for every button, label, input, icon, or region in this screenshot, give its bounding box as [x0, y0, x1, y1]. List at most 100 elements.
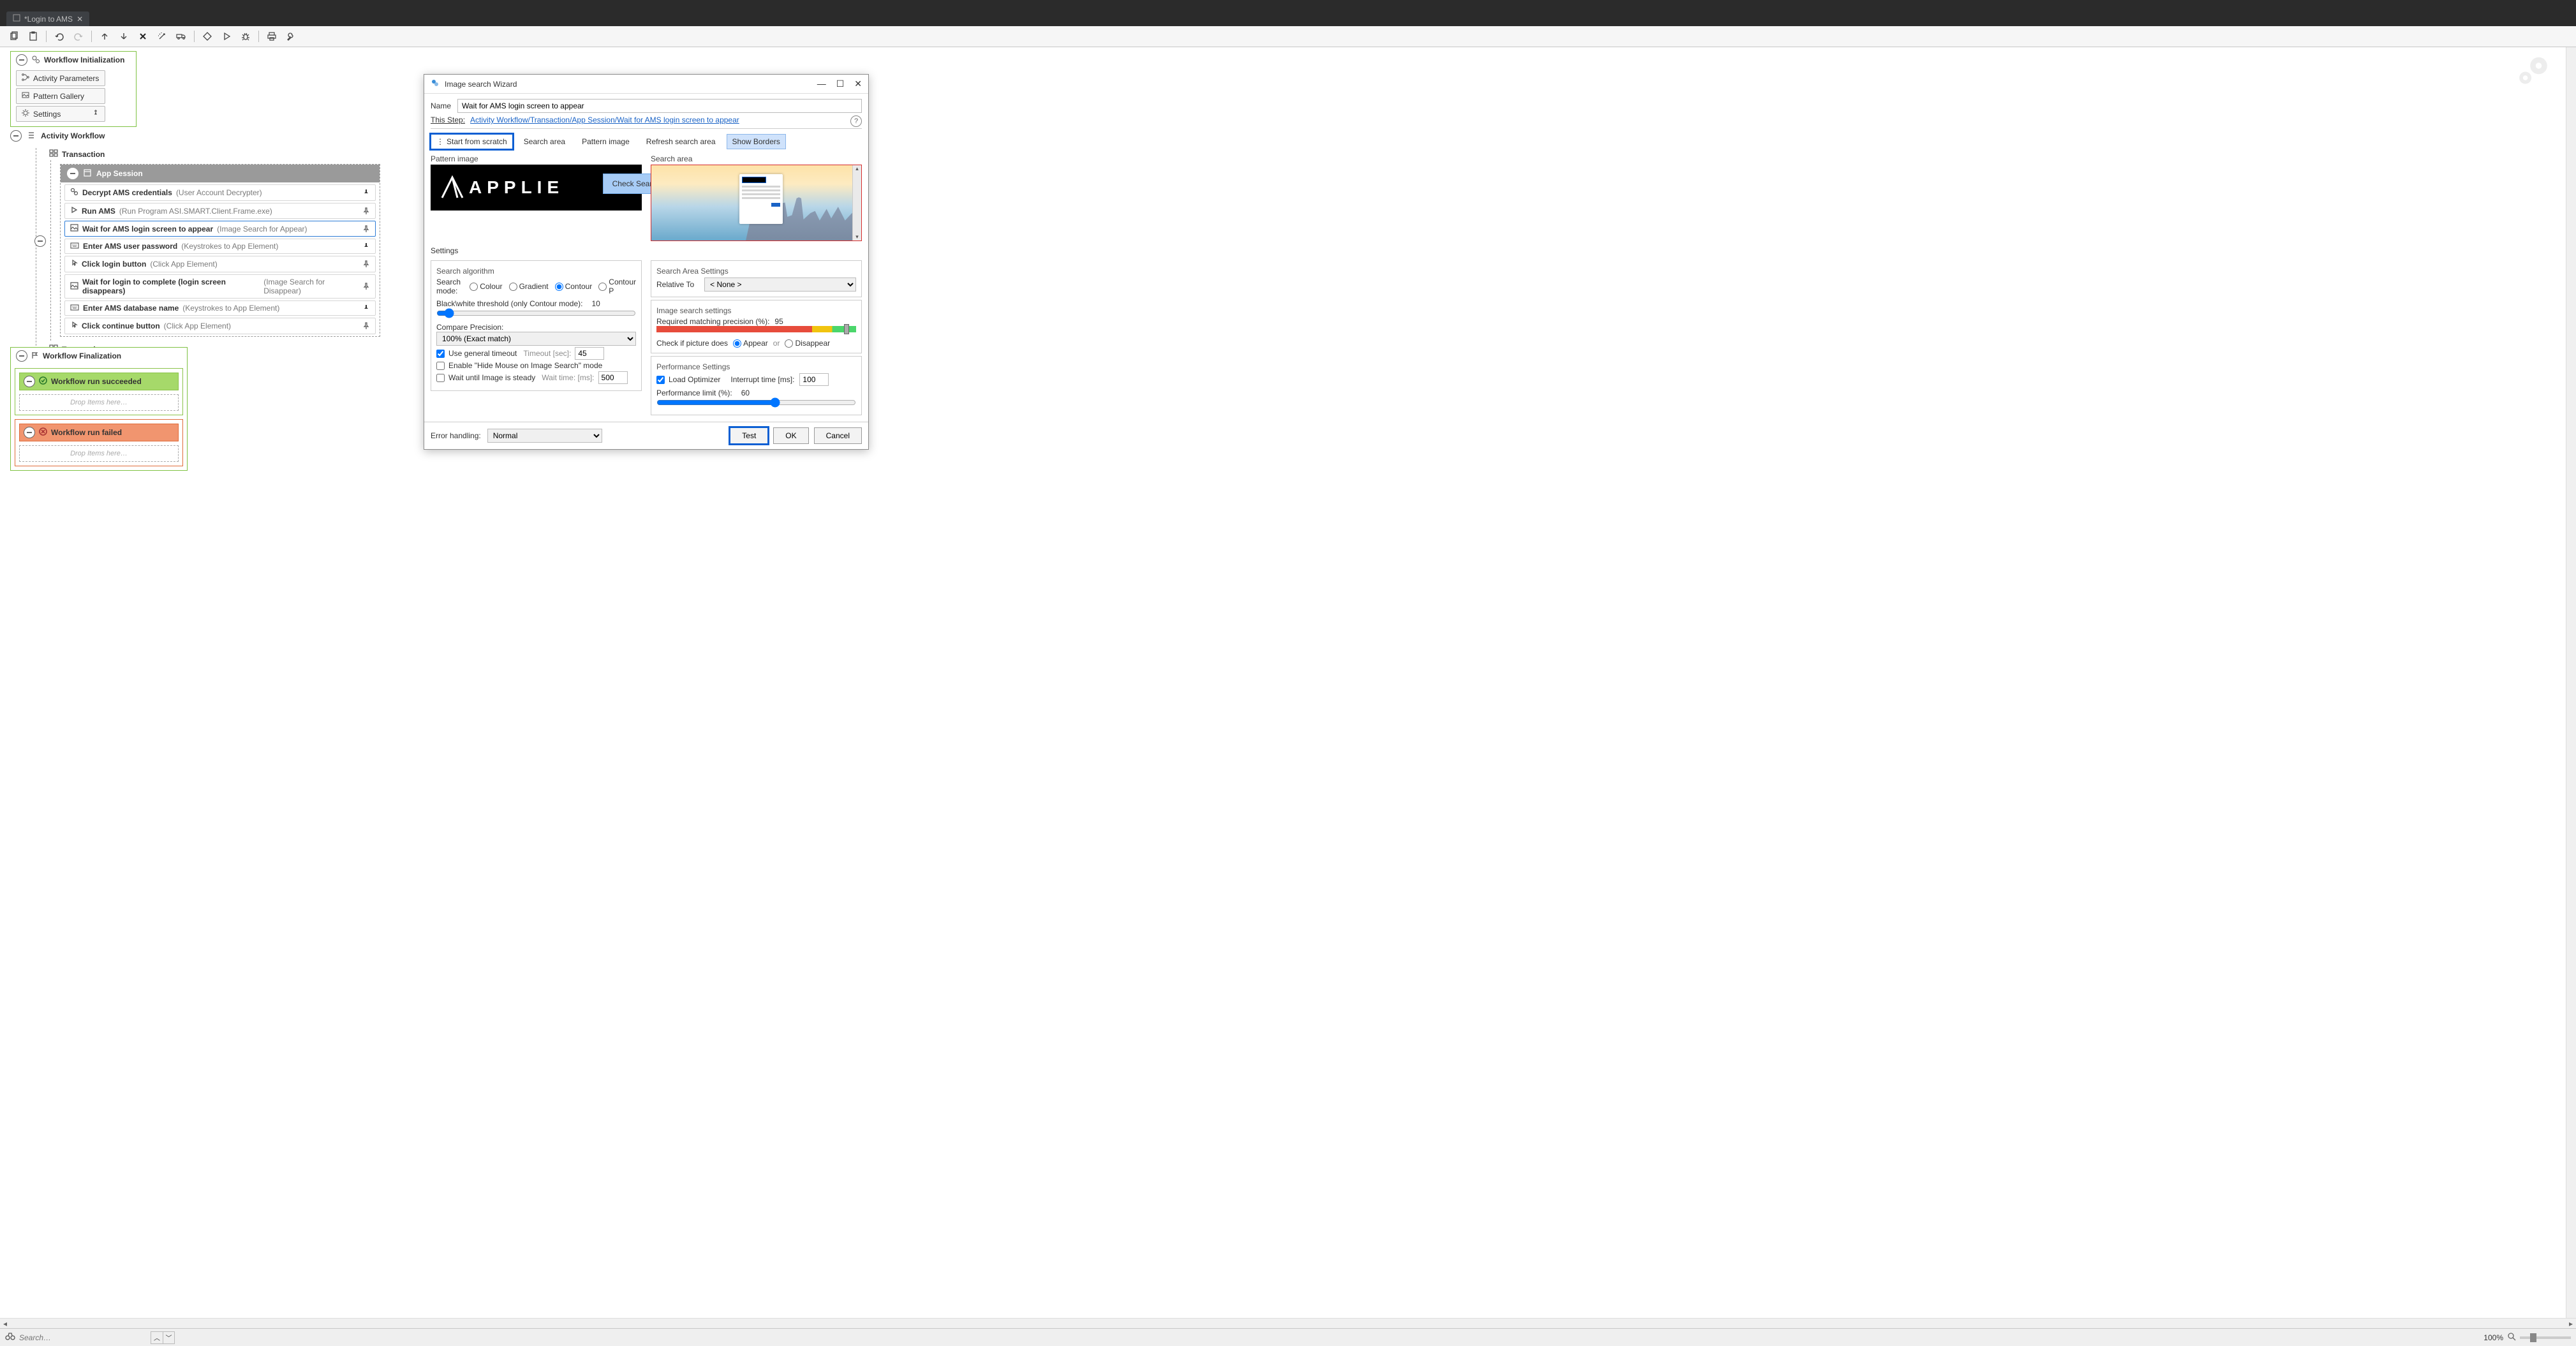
minimize-icon[interactable]: — — [817, 78, 826, 89]
click-icon — [70, 321, 78, 331]
pin-icon[interactable] — [362, 283, 370, 290]
collapse-session-toggle-icon[interactable] — [34, 235, 46, 247]
perf-limit-slider[interactable] — [656, 397, 856, 408]
search-input[interactable] — [19, 1333, 147, 1342]
ok-button[interactable]: OK — [773, 427, 808, 444]
bug-icon[interactable] — [238, 29, 253, 44]
step-row[interactable]: Click login button (Click App Element) — [64, 256, 376, 272]
tab-login-to-ams[interactable]: *Login to AMS ✕ — [6, 11, 89, 26]
collapse-toggle-icon[interactable] — [16, 54, 27, 66]
drop-zone[interactable]: Drop Items here… — [19, 394, 179, 411]
step-row[interactable]: Wait for AMS login screen to appear (Ima… — [64, 221, 376, 237]
bw-threshold-slider[interactable] — [436, 308, 636, 318]
wait-time-input[interactable] — [598, 371, 628, 384]
prev-result-icon[interactable]: ︿ — [151, 1332, 163, 1343]
pin-icon[interactable] — [362, 189, 370, 196]
down-icon[interactable] — [116, 29, 131, 44]
collapse-toggle-icon[interactable] — [24, 376, 35, 387]
vertical-scrollbar[interactable]: ▴▾ — [852, 165, 861, 240]
disappear-radio[interactable]: Disappear — [785, 339, 830, 348]
use-general-timeout-checkbox[interactable] — [436, 350, 445, 358]
magnifier-icon[interactable] — [2507, 1332, 2516, 1343]
print-icon[interactable] — [264, 29, 279, 44]
search-area-canvas[interactable]: ▴▾ — [651, 165, 862, 241]
this-step-label: This Step: — [431, 115, 465, 127]
timeout-input[interactable] — [575, 347, 604, 360]
test-button[interactable]: Test — [730, 427, 768, 444]
collapse-toggle-icon[interactable] — [24, 427, 35, 438]
play-icon[interactable] — [219, 29, 234, 44]
hide-mouse-checkbox[interactable] — [436, 362, 445, 370]
close-icon[interactable]: ✕ — [854, 78, 862, 89]
next-result-icon[interactable]: ﹀ — [163, 1332, 174, 1343]
step-row[interactable]: Run AMS (Run Program ASI.SMART.Client.Fr… — [64, 203, 376, 219]
maximize-icon[interactable]: ☐ — [836, 78, 845, 89]
mode-contour-p-radio[interactable]: Contour P — [598, 277, 636, 295]
mode-colour-radio[interactable]: Colour — [470, 282, 502, 291]
help-icon[interactable]: ? — [850, 115, 862, 127]
collapse-toggle-icon[interactable] — [67, 168, 78, 179]
step-row[interactable]: Enter AMS user password (Keystrokes to A… — [64, 239, 376, 254]
step-row[interactable]: Enter AMS database name (Keystrokes to A… — [64, 300, 376, 316]
pin-icon[interactable] — [362, 242, 370, 250]
wait-steady-checkbox[interactable] — [436, 374, 445, 382]
horizontal-scrollbar[interactable]: ◂ ▸ — [0, 1318, 2576, 1328]
truck-icon[interactable] — [174, 29, 189, 44]
interrupt-time-input[interactable] — [799, 373, 829, 386]
delete-icon[interactable] — [135, 29, 151, 44]
pattern-image-section: Pattern image APPLIE Check Search — [431, 154, 642, 241]
drop-zone[interactable]: Drop Items here… — [19, 445, 179, 462]
precision-slider[interactable] — [656, 326, 856, 332]
vertical-scrollbar[interactable] — [2566, 47, 2576, 1318]
pin-icon[interactable] — [362, 322, 370, 330]
transaction-header[interactable]: Transaction — [45, 148, 412, 160]
pattern-image-button[interactable]: Pattern image — [576, 134, 635, 149]
appear-radio[interactable]: Appear — [733, 339, 768, 348]
pattern-gallery-button[interactable]: Pattern Gallery — [16, 88, 105, 104]
name-label: Name — [431, 101, 451, 110]
collapse-toggle-icon[interactable] — [16, 350, 27, 362]
wand-icon[interactable] — [154, 29, 170, 44]
pin-icon[interactable] — [92, 109, 100, 119]
app-session-header[interactable]: App Session — [61, 165, 380, 182]
show-borders-button[interactable]: Show Borders — [727, 134, 786, 149]
mode-contour-radio[interactable]: Contour — [555, 282, 593, 291]
workflow-canvas[interactable]: Workflow Initialization Activity Paramet… — [0, 47, 2576, 1318]
compare-precision-select[interactable]: 100% (Exact match) — [436, 332, 636, 346]
mode-gradient-radio[interactable]: Gradient — [509, 282, 549, 291]
pin-icon[interactable] — [362, 207, 370, 215]
activity-parameters-button[interactable]: Activity Parameters — [16, 70, 105, 86]
wrench-icon[interactable] — [283, 29, 299, 44]
scroll-right-icon[interactable]: ▸ — [2566, 1319, 2576, 1329]
search-area-button[interactable]: Search area — [518, 134, 571, 149]
step-name: Wait for login to complete (login screen… — [82, 277, 260, 295]
step-row[interactable]: Click continue button (Click App Element… — [64, 318, 376, 334]
step-row[interactable]: Wait for login to complete (login screen… — [64, 274, 376, 299]
step-row[interactable]: Decrypt AMS credentials (User Account De… — [64, 184, 376, 201]
keys-icon — [70, 242, 79, 251]
refresh-search-area-button[interactable]: Refresh search area — [640, 134, 722, 149]
load-optimizer-checkbox[interactable]: Load Optimizer — [656, 375, 720, 384]
diamond-icon[interactable] — [200, 29, 215, 44]
zoom-slider[interactable] — [2520, 1336, 2571, 1339]
collapse-toggle-icon[interactable] — [10, 130, 22, 142]
copy-icon[interactable] — [6, 29, 22, 44]
step-name-input[interactable] — [457, 99, 862, 113]
cancel-button[interactable]: Cancel — [814, 427, 862, 444]
breadcrumb[interactable]: Activity Workflow/Transaction/App Sessio… — [470, 115, 739, 127]
relative-to-select[interactable]: < None > — [704, 277, 856, 292]
scroll-left-icon[interactable]: ◂ — [0, 1319, 10, 1329]
paste-icon[interactable] — [26, 29, 41, 44]
error-handling-select[interactable]: Normal — [487, 429, 602, 443]
undo-icon[interactable] — [52, 29, 67, 44]
pin-icon[interactable] — [362, 260, 370, 268]
wizard-titlebar[interactable]: Image search Wizard — ☐ ✕ — [424, 75, 868, 94]
pin-icon[interactable] — [362, 225, 370, 233]
close-icon[interactable]: ✕ — [77, 15, 83, 24]
binoculars-icon[interactable] — [5, 1332, 15, 1343]
start-from-scratch-button[interactable]: ⋮ Start from scratch — [431, 134, 513, 149]
settings-button[interactable]: Settings — [16, 106, 105, 122]
redo-icon[interactable] — [71, 29, 86, 44]
pin-icon[interactable] — [362, 304, 370, 312]
up-icon[interactable] — [97, 29, 112, 44]
